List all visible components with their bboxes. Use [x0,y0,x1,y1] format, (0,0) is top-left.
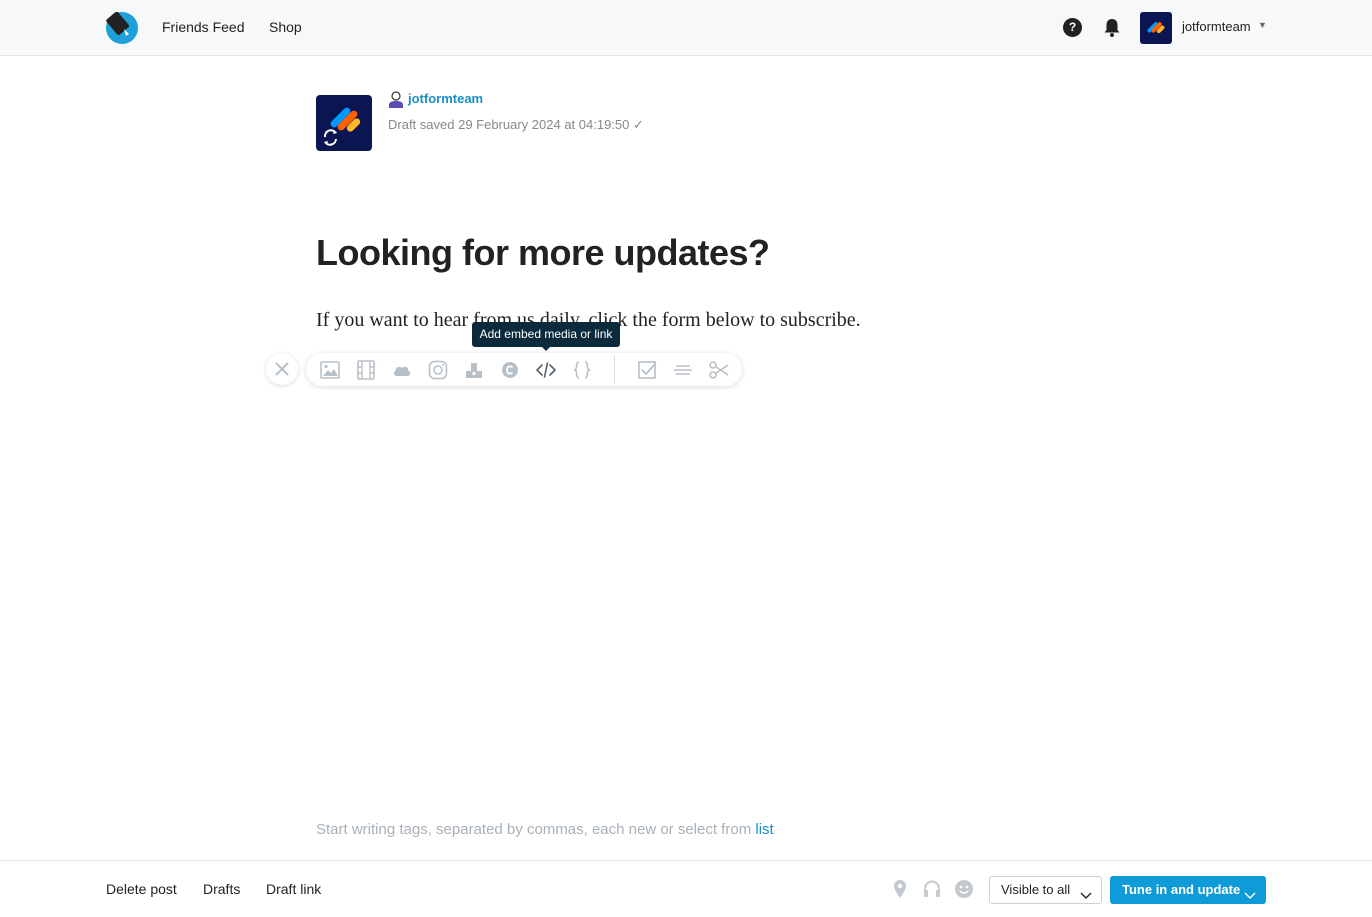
visibility-label: Visible to all [1001,882,1071,897]
site-logo-icon[interactable] [106,12,138,44]
instagram-icon[interactable] [427,359,449,381]
location-pin-icon[interactable] [890,879,910,899]
tags-input[interactable]: Start writing tags, separated by commas,… [316,821,774,838]
braces-icon[interactable] [571,359,593,381]
user-avatar[interactable] [1140,12,1172,44]
video-icon[interactable] [355,359,377,381]
tags-list-link[interactable]: list [755,821,773,838]
editor-footer: Delete post Drafts Draft link Visible to… [0,860,1372,917]
cloud-icon[interactable] [391,359,413,381]
cut-icon[interactable] [708,359,730,381]
draft-saved-status: Draft saved 29 February 2024 at 04:19:50… [388,117,644,132]
close-toolbar-button[interactable] [266,353,298,385]
publish-update-button[interactable]: Tune in and update [1110,876,1266,904]
help-icon[interactable]: ? [1063,18,1082,37]
emoji-icon[interactable] [954,879,974,899]
separator-icon[interactable] [672,359,694,381]
tags-placeholder[interactable]: Start writing tags, separated by commas,… [316,821,751,838]
user-menu-caret-icon[interactable]: ▼ [1258,20,1267,30]
insert-toolbar [306,353,742,386]
chevron-down-icon[interactable] [1244,883,1256,911]
draft-link[interactable]: Draft link [266,881,321,897]
notifications-bell-icon[interactable] [1102,17,1122,38]
top-bar: Friends Feed Shop ? jotformteam ▼ [0,0,1372,56]
post-title[interactable]: Looking for more updates? [316,232,770,274]
author-badge-icon [388,91,404,108]
user-menu-name[interactable]: jotformteam [1182,19,1251,34]
visibility-dropdown[interactable]: Visible to all [989,876,1102,904]
nav-shop[interactable]: Shop [269,19,302,35]
tooltip-arrow [541,346,551,351]
embed-tooltip: Add embed media or link [472,322,620,347]
image-icon[interactable] [319,359,341,381]
post-author-avatar[interactable] [316,95,372,151]
post-author-name[interactable]: jotformteam [408,91,483,106]
headphones-icon[interactable] [922,879,942,899]
delete-post-link[interactable]: Delete post [106,881,177,897]
copyright-icon[interactable] [499,359,521,381]
chevron-down-icon [1080,884,1092,910]
nav-friends-feed[interactable]: Friends Feed [162,19,244,35]
code-icon[interactable] [535,359,557,381]
upload-icon[interactable] [463,359,485,381]
checklist-icon[interactable] [636,359,658,381]
publish-label: Tune in and update [1122,882,1241,897]
toolbar-divider [614,355,615,384]
drafts-link[interactable]: Drafts [203,881,240,897]
